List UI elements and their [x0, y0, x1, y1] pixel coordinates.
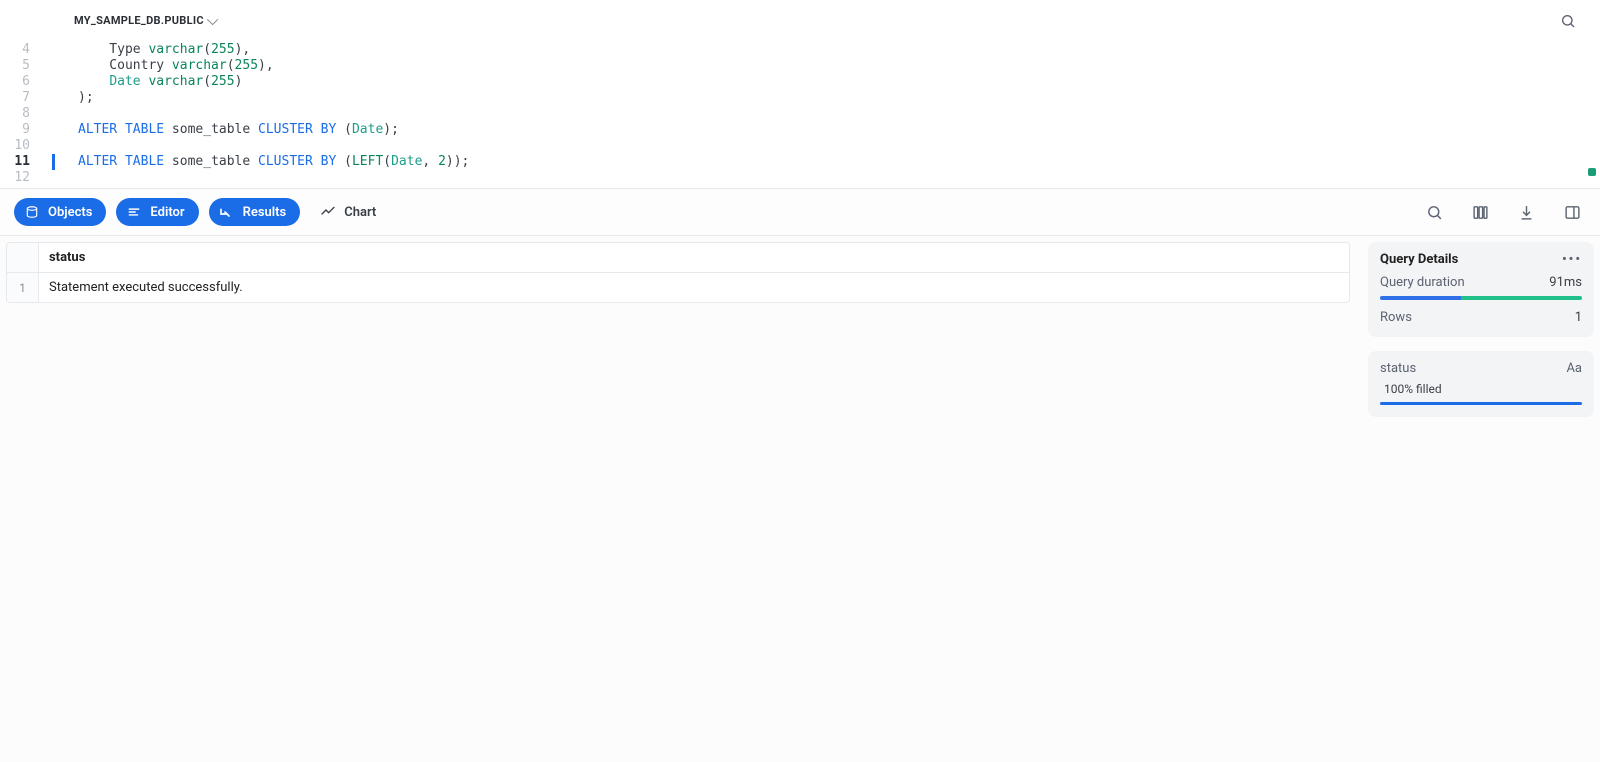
line-number: 4 [0, 42, 40, 58]
code-content: Date varchar(255) [40, 74, 242, 90]
code-content: ALTER TABLE some_table CLUSTER BY (LEFT(… [40, 154, 469, 170]
columns-icon [1472, 204, 1489, 221]
query-duration-label: Query duration [1380, 275, 1465, 290]
table-header-row: status [7, 243, 1349, 273]
code-content [40, 106, 78, 122]
results-area: status 1 Statement executed successfully… [0, 236, 1600, 417]
columns-button[interactable] [1466, 198, 1494, 226]
chart-icon [320, 204, 336, 220]
editor-line[interactable]: 12 [0, 170, 1600, 186]
database-path-label: MY_SAMPLE_DB.PUBLIC [74, 14, 204, 27]
objects-icon [24, 204, 40, 220]
results-icon [219, 204, 235, 220]
download-icon [1518, 204, 1535, 221]
line-number: 5 [0, 58, 40, 74]
panel-toggle-button[interactable] [1558, 198, 1586, 226]
column-type-glyph: Aa [1566, 361, 1582, 376]
line-number: 10 [0, 138, 40, 154]
tab-results-label: Results [243, 205, 287, 220]
search-icon [1560, 13, 1576, 29]
editor-caret [52, 154, 55, 170]
tab-chart[interactable]: Chart [310, 198, 390, 226]
tab-chart-label: Chart [344, 205, 376, 220]
editor-line[interactable]: 4 Type varchar(255), [0, 42, 1600, 58]
tab-editor-label: Editor [150, 205, 184, 220]
column-header[interactable]: status [39, 243, 1349, 272]
chevron-down-icon [207, 13, 218, 24]
filled-bar [1380, 402, 1582, 405]
results-search-button[interactable] [1420, 198, 1448, 226]
panel-icon [1564, 204, 1581, 221]
filled-label: 100% filled [1380, 382, 1582, 396]
editor-line[interactable]: 7); [0, 90, 1600, 106]
line-number: 6 [0, 74, 40, 90]
rows-label: Rows [1380, 310, 1412, 325]
code-content [40, 170, 78, 186]
line-number: 11 [0, 154, 40, 170]
column-name: status [1380, 361, 1416, 376]
editor-line[interactable]: 8 [0, 106, 1600, 122]
tab-results[interactable]: Results [209, 198, 301, 226]
line-number: 8 [0, 106, 40, 122]
code-content: ); [40, 90, 94, 106]
duration-bar [1380, 296, 1582, 300]
row-index: 1 [7, 273, 39, 302]
top-bar: MY_SAMPLE_DB.PUBLIC [0, 0, 1600, 42]
more-menu-button[interactable]: ••• [1562, 252, 1582, 267]
table-row: 1 Statement executed successfully. [7, 273, 1349, 302]
tab-editor[interactable]: Editor [116, 198, 198, 226]
query-duration-value: 91ms [1549, 275, 1582, 290]
sql-editor[interactable]: 4 Type varchar(255),5 Country varchar(25… [0, 42, 1600, 188]
query-details-title: Query Details [1380, 252, 1458, 267]
line-number: 7 [0, 90, 40, 106]
query-details-panel: Query Details ••• Query duration 91ms Ro… [1368, 242, 1594, 337]
code-content: ALTER TABLE some_table CLUSTER BY (Date)… [40, 122, 399, 138]
column-info-panel: status Aa 100% filled [1368, 351, 1594, 417]
line-number: 9 [0, 122, 40, 138]
editor-line[interactable]: 9ALTER TABLE some_table CLUSTER BY (Date… [0, 122, 1600, 138]
download-button[interactable] [1512, 198, 1540, 226]
line-number: 12 [0, 170, 40, 186]
editor-status-indicator [1588, 168, 1596, 176]
row-index-header [7, 243, 39, 272]
code-content [40, 138, 78, 154]
database-picker[interactable]: MY_SAMPLE_DB.PUBLIC [74, 14, 218, 27]
editor-line[interactable]: 10 [0, 138, 1600, 154]
tab-objects[interactable]: Objects [14, 198, 106, 226]
editor-line[interactable]: 6 Date varchar(255) [0, 74, 1600, 90]
editor-line[interactable]: 11ALTER TABLE some_table CLUSTER BY (LEF… [0, 154, 1600, 170]
rows-value: 1 [1575, 310, 1582, 325]
code-content: Type varchar(255), [40, 42, 250, 58]
table-cell[interactable]: Statement executed successfully. [39, 273, 1349, 302]
panel-tab-bar: Objects Editor Results Chart [0, 188, 1600, 236]
search-button[interactable] [1554, 7, 1582, 35]
results-table: status 1 Statement executed successfully… [6, 242, 1350, 303]
tab-objects-label: Objects [48, 205, 92, 220]
editor-line[interactable]: 5 Country varchar(255), [0, 58, 1600, 74]
search-icon [1426, 204, 1443, 221]
editor-icon [126, 204, 142, 220]
code-content: Country varchar(255), [40, 58, 274, 74]
